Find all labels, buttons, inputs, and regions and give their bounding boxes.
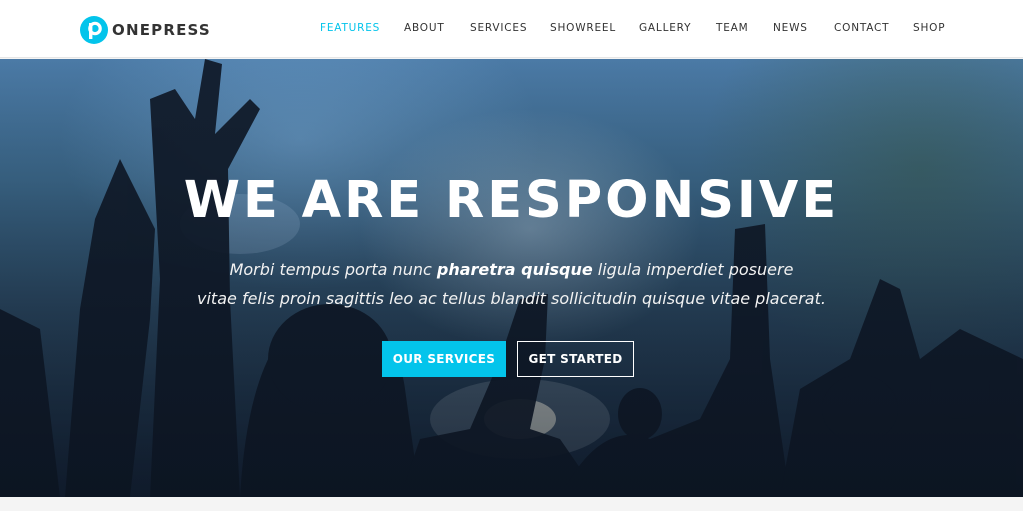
nav-item-team[interactable]: TEAM — [716, 22, 749, 34]
nav-item-about[interactable]: ABOUT — [404, 22, 445, 34]
nav-item-gallery[interactable]: GALLERY — [639, 22, 691, 34]
nav-item-features[interactable]: FEATURES — [320, 22, 380, 34]
hero-text-line2: vitae felis proin sagittis leo ac tellus… — [197, 289, 826, 308]
get-started-button[interactable]: GET STARTED — [517, 341, 634, 377]
hero-description: Morbi tempus porta nunc pharetra quisque… — [0, 255, 1023, 313]
hero-text-line1-start: Morbi tempus porta nunc — [229, 260, 437, 279]
nav-item-services[interactable]: SERVICES — [470, 22, 527, 34]
nav-item-news[interactable]: NEWS — [773, 22, 808, 34]
nav-item-contact[interactable]: CONTACT — [834, 22, 889, 34]
hero-title: WE ARE RESPONSIVE — [183, 171, 840, 230]
hero-text-bold: pharetra quisque — [436, 260, 593, 279]
site-header: ONEPRESS FEATURES ABOUT SERVICES SHOWREE… — [0, 0, 1023, 58]
nav-item-showreel[interactable]: SHOWREEL — [550, 22, 616, 34]
main-navigation: FEATURES ABOUT SERVICES SHOWREEL GALLERY… — [0, 22, 1023, 38]
hero-text-line1-end: ligula imperdiet posuere — [592, 260, 794, 279]
hero-section: WE ARE RESPONSIVE Morbi tempus porta nun… — [0, 59, 1023, 497]
our-services-button[interactable]: OUR SERVICES — [382, 341, 506, 377]
nav-item-shop[interactable]: SHOP — [913, 22, 945, 34]
